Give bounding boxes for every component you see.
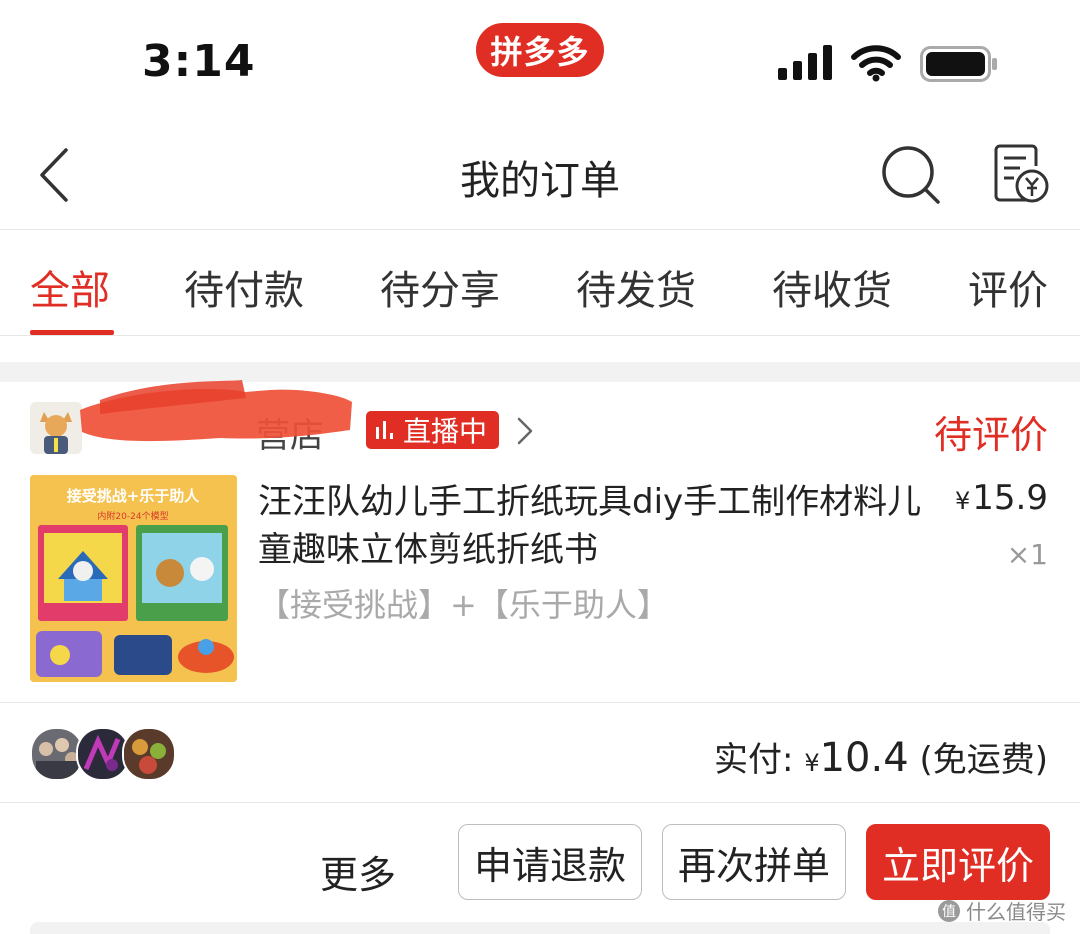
tab-all[interactable]: 全部 <box>30 258 110 316</box>
thumb-banner: 接受挑战+乐于助人 <box>67 487 201 505</box>
product-thumbnail[interactable]: 接受挑战+乐于助人 内附20-24个模型 <box>30 475 237 682</box>
tab-pending-shipment[interactable]: 待发货 <box>576 258 696 316</box>
shipping-note: (免运费) <box>919 740 1048 780</box>
chevron-right-icon[interactable] <box>516 416 534 446</box>
group-avatars[interactable] <box>30 727 180 781</box>
watermark-logo-icon: 值 <box>938 899 960 922</box>
paid-label: 实付: <box>714 740 794 780</box>
live-bars-icon <box>376 421 393 439</box>
live-badge-label: 直播中 <box>403 415 488 448</box>
paid-value: 10.4 <box>819 735 909 781</box>
next-order-card-edge <box>30 922 1050 934</box>
more-button[interactable]: 更多 <box>320 844 396 899</box>
bill-icon[interactable] <box>992 144 1050 204</box>
product-quantity: ×1 <box>1006 538 1048 571</box>
tab-pending-share[interactable]: 待分享 <box>380 258 500 316</box>
status-time: 3:14 <box>142 36 256 87</box>
thumb-subbanner: 内附20-24个模型 <box>97 510 168 522</box>
watermark-text: 什么值得买 <box>966 900 1066 924</box>
review-button[interactable]: 立即评价 <box>866 824 1050 900</box>
avatar <box>122 727 176 781</box>
battery-icon <box>920 46 997 82</box>
reorder-button[interactable]: 再次拼单 <box>662 824 846 900</box>
tab-pending-payment[interactable]: 待付款 <box>184 258 304 316</box>
price-currency: ¥ <box>955 487 971 515</box>
paid-currency: ¥ <box>804 749 820 777</box>
refund-button[interactable]: 申请退款 <box>458 824 642 900</box>
price-value: 15.9 <box>972 478 1048 518</box>
search-icon[interactable] <box>880 144 942 206</box>
tab-pending-receipt[interactable]: 待收货 <box>772 258 892 316</box>
tabs-divider <box>0 335 1080 336</box>
product-price: ¥15.9 <box>955 478 1048 518</box>
watermark: 值 什么值得买 <box>938 896 1066 925</box>
paid-amount: 实付: ¥10.4 (免运费) <box>714 732 1048 781</box>
app-brand-badge: 拼多多 <box>476 23 604 77</box>
product-title[interactable]: 汪汪队幼儿手工折纸玩具diy手工制作材料儿童趣味立体剪纸折纸书 <box>258 478 938 574</box>
product-spec: 【接受挑战】+【乐于助人】 <box>258 586 669 624</box>
redaction-scribble <box>80 380 352 442</box>
order-status: 待评价 <box>933 413 1048 457</box>
nav-divider <box>0 229 1080 230</box>
cellular-signal-icon <box>778 45 832 80</box>
wifi-icon <box>851 45 901 82</box>
tab-review[interactable]: 评价 <box>968 258 1048 316</box>
live-badge[interactable]: 直播中 <box>366 411 500 449</box>
section-separator <box>0 362 1080 382</box>
payment-divider <box>0 802 1080 803</box>
product-divider <box>0 702 1080 703</box>
